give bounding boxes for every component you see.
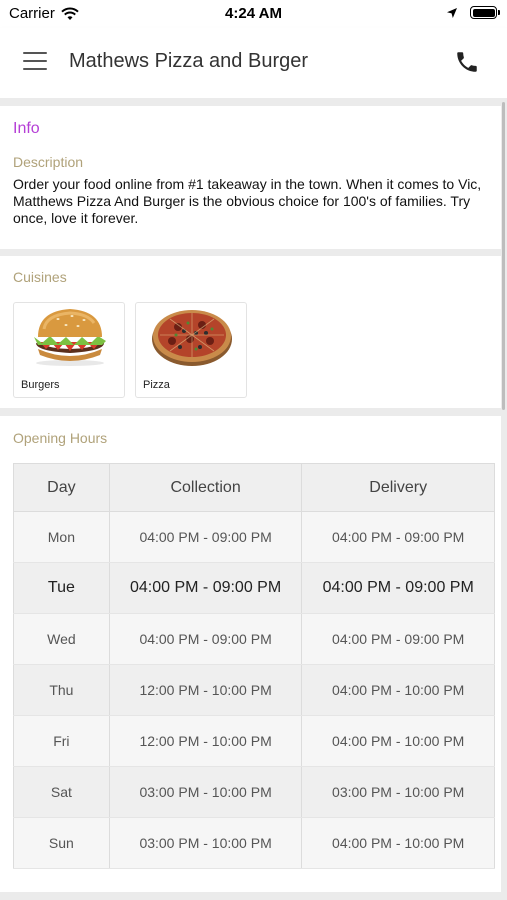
day-cell: Sat — [13, 766, 110, 818]
info-title: Info — [13, 120, 40, 137]
delivery-cell: 04:00 PM - 10:00 PM — [301, 664, 495, 716]
table-row: Sat 03:00 PM - 10:00 PM 03:00 PM - 10:00… — [13, 766, 495, 818]
table-row: Fri 12:00 PM - 10:00 PM 04:00 PM - 10:00… — [13, 715, 495, 767]
day-cell: Wed — [13, 613, 110, 665]
description-label: Description — [13, 154, 84, 170]
cuisine-list: Burgers Pizza — [13, 302, 257, 398]
cuisines-label: Cuisines — [13, 269, 67, 285]
delivery-cell: 03:00 PM - 10:00 PM — [301, 766, 495, 818]
pizza-image — [152, 310, 232, 366]
status-bar: Carrier 4:24 AM — [0, 0, 507, 28]
day-cell: Mon — [13, 511, 110, 563]
collection-cell: 12:00 PM - 10:00 PM — [109, 664, 303, 716]
delivery-cell: 04:00 PM - 09:00 PM — [301, 562, 495, 614]
scrollbar[interactable] — [502, 102, 505, 410]
day-cell: Sun — [13, 817, 110, 869]
description-text: Order your food online from #1 takeaway … — [13, 176, 482, 226]
table-row: Sun 03:00 PM - 10:00 PM 04:00 PM - 10:00… — [13, 817, 495, 869]
delivery-cell: 04:00 PM - 10:00 PM — [301, 715, 495, 767]
collection-cell: 04:00 PM - 09:00 PM — [109, 562, 303, 614]
cuisine-name: Pizza — [143, 379, 170, 391]
cuisine-item-burgers[interactable]: Burgers — [13, 302, 125, 398]
table-row: Wed 04:00 PM - 09:00 PM 04:00 PM - 09:00… — [13, 613, 495, 665]
table-row: Mon 04:00 PM - 09:00 PM 04:00 PM - 09:00… — [13, 511, 495, 563]
info-card: Info Description Order your food online … — [0, 106, 501, 249]
cuisine-item-pizza[interactable]: Pizza — [135, 302, 247, 398]
header-delivery: Delivery — [301, 463, 495, 512]
table-row: Tue 04:00 PM - 09:00 PM 04:00 PM - 09:00… — [13, 562, 495, 614]
delivery-cell: 04:00 PM - 09:00 PM — [301, 613, 495, 665]
opening-hours-card: Opening Hours Day Collection Delivery Mo… — [0, 416, 501, 892]
header-collection: Collection — [109, 463, 303, 512]
table-header-row: Day Collection Delivery — [13, 463, 495, 512]
clock: 4:24 AM — [225, 5, 282, 22]
table-row: Thu 12:00 PM - 10:00 PM 04:00 PM - 10:00… — [13, 664, 495, 716]
burger-image — [34, 309, 106, 366]
collection-cell: 12:00 PM - 10:00 PM — [109, 715, 303, 767]
phone-icon[interactable] — [454, 49, 480, 75]
collection-cell: 03:00 PM - 10:00 PM — [109, 766, 303, 818]
header-day: Day — [13, 463, 110, 512]
delivery-cell: 04:00 PM - 10:00 PM — [301, 817, 495, 869]
opening-hours-label: Opening Hours — [13, 430, 108, 446]
collection-cell: 04:00 PM - 09:00 PM — [109, 511, 303, 563]
cuisine-name: Burgers — [21, 379, 60, 391]
cuisines-card: Cuisines Burgers Pizza — [0, 256, 501, 408]
opening-hours-table: Day Collection Delivery Mon 04:00 PM - 0… — [13, 463, 495, 869]
delivery-cell: 04:00 PM - 09:00 PM — [301, 511, 495, 563]
day-cell: Thu — [13, 664, 110, 716]
hamburger-menu-icon[interactable] — [23, 52, 47, 72]
day-cell: Tue — [13, 562, 110, 614]
battery-icon — [470, 6, 500, 19]
nav-bar: Mathews Pizza and Burger — [0, 28, 507, 98]
status-right-group — [446, 6, 500, 19]
page-title: Mathews Pizza and Burger — [69, 50, 309, 72]
collection-cell: 03:00 PM - 10:00 PM — [109, 817, 303, 869]
day-cell: Fri — [13, 715, 110, 767]
content-area[interactable]: Info Description Order your food online … — [0, 98, 507, 900]
location-arrow-icon — [447, 7, 457, 18]
collection-cell: 04:00 PM - 09:00 PM — [109, 613, 303, 665]
